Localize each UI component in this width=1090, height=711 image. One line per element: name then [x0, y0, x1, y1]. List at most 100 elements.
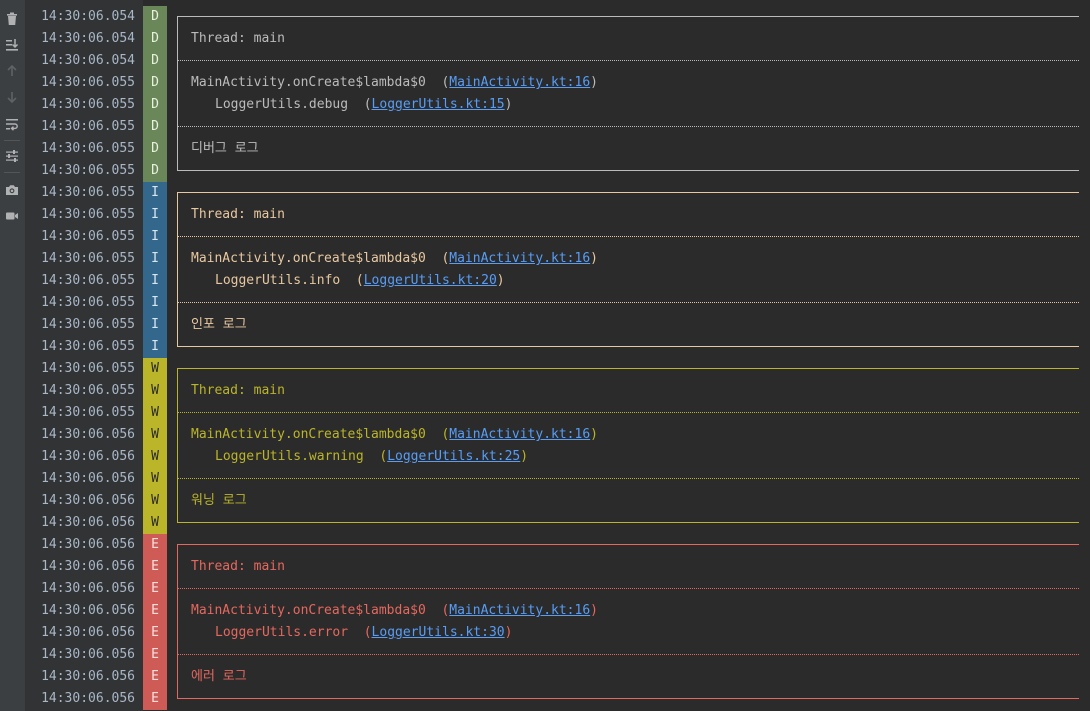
log-message: 인포 로그 [177, 314, 1079, 336]
log-text-content: LoggerUtils.error ( [215, 625, 372, 640]
log-row: 14:30:06.055 I MainActivity.onCreate$lambd… [0, 248, 1090, 270]
timestamp: 14:30:06.056 [41, 493, 135, 508]
log-text-content: MainActivity.onCreate$lambda$0 ( [191, 427, 450, 442]
log-message [177, 292, 1079, 314]
log-row: 14:30:06.054 D Thread: main [0, 28, 1090, 50]
log-text-content: Thread: main [191, 383, 285, 398]
log-message [177, 534, 1079, 557]
log-text: Thread: main [191, 28, 285, 50]
log-message: Thread: main [177, 556, 1079, 578]
log-message [177, 160, 1079, 182]
log-text-content: MainActivity.onCreate$lambda$0 ( [191, 251, 450, 266]
timestamp: 14:30:06.055 [41, 251, 135, 266]
log-message [177, 468, 1079, 490]
log-text: LoggerUtils.debug (LoggerUtils.kt:15) [215, 94, 512, 116]
log-message: LoggerUtils.info (LoggerUtils.kt:20) [177, 270, 1079, 292]
timestamp: 14:30:06.056 [41, 603, 135, 618]
source-file-link[interactable]: MainActivity.kt:16 [449, 75, 590, 90]
timestamp: 14:30:06.055 [41, 405, 135, 420]
log-message: 디버그 로그 [177, 138, 1079, 160]
box-bottom-border [177, 512, 1079, 523]
box-side-border [177, 138, 178, 160]
log-message: 에러 로그 [177, 666, 1079, 688]
log-level-badge: W [143, 468, 167, 490]
box-side-border [177, 248, 178, 270]
log-text: MainActivity.onCreate$lambda$0 (MainActi… [191, 72, 598, 94]
timestamp: 14:30:06.056 [41, 559, 135, 574]
timestamp: 14:30:06.055 [41, 163, 135, 178]
log-row: 14:30:06.055 I 인포 로그 [0, 314, 1090, 336]
timestamp: 14:30:06.055 [41, 207, 135, 222]
log-row: 14:30:06.054 D [0, 50, 1090, 72]
box-side-border [177, 28, 178, 50]
log-level-badge: E [143, 688, 167, 710]
log-level-badge: W [143, 358, 167, 380]
source-file-link[interactable]: LoggerUtils.kt:30 [372, 625, 505, 640]
log-message: LoggerUtils.debug (LoggerUtils.kt:15) [177, 94, 1079, 116]
timestamp: 14:30:06.054 [41, 9, 135, 24]
log-message [177, 644, 1079, 666]
log-row: 14:30:06.056 E [0, 644, 1090, 666]
box-side-border [177, 72, 178, 94]
source-file-link[interactable]: MainActivity.kt:16 [449, 603, 590, 618]
timestamp: 14:30:06.054 [41, 53, 135, 68]
log-row: 14:30:06.054 D [0, 6, 1090, 29]
log-message: 워닝 로그 [177, 490, 1079, 512]
log-level-badge: W [143, 424, 167, 446]
timestamp: 14:30:06.056 [41, 581, 135, 596]
log-level-badge: I [143, 248, 167, 270]
source-file-link[interactable]: LoggerUtils.kt:25 [387, 449, 520, 464]
log-row: 14:30:06.056 E MainActivity.onCreate$lambd… [0, 600, 1090, 622]
log-level-badge: E [143, 600, 167, 622]
log-text-content: 에러 로그 [191, 669, 247, 684]
log-text-content: MainActivity.onCreate$lambda$0 ( [191, 603, 450, 618]
timestamp: 14:30:06.055 [41, 185, 135, 200]
log-text-suffix: ) [496, 273, 505, 288]
log-text-content: LoggerUtils.warning ( [215, 449, 388, 464]
log-text-content: Thread: main [191, 207, 285, 222]
log-text: MainActivity.onCreate$lambda$0 (MainActi… [191, 600, 598, 622]
log-row: 14:30:06.056 E LoggerUtils.error (LoggerUt… [0, 622, 1090, 644]
log-level-badge: D [143, 138, 167, 160]
timestamp: 14:30:06.055 [41, 295, 135, 310]
log-message: LoggerUtils.error (LoggerUtils.kt:30) [177, 622, 1079, 644]
log-message: MainActivity.onCreate$lambda$0 (MainActi… [177, 248, 1079, 270]
log-level-badge: E [143, 622, 167, 644]
log-row: 14:30:06.055 I Thread: main [0, 204, 1090, 226]
source-file-link[interactable]: MainActivity.kt:16 [449, 251, 590, 266]
log-message [177, 226, 1079, 248]
log-row: 14:30:06.055 I [0, 292, 1090, 314]
box-side-border [177, 666, 178, 688]
source-file-link[interactable]: LoggerUtils.kt:15 [372, 97, 505, 112]
box-side-border [177, 402, 178, 424]
log-level-badge: I [143, 204, 167, 226]
source-file-link[interactable]: LoggerUtils.kt:20 [364, 273, 497, 288]
log-row: 14:30:06.056 W [0, 468, 1090, 490]
timestamp: 14:30:06.056 [41, 427, 135, 442]
log-text: 인포 로그 [191, 314, 247, 336]
timestamp: 14:30:06.056 [41, 647, 135, 662]
log-text-suffix: ) [590, 251, 598, 266]
box-side-border [177, 380, 178, 402]
log-text-content: Thread: main [191, 559, 285, 574]
log-message [177, 358, 1079, 381]
box-divider [177, 588, 1079, 589]
log-level-badge: E [143, 534, 167, 556]
box-side-border [177, 490, 178, 512]
source-file-link[interactable]: MainActivity.kt:16 [449, 427, 590, 442]
log-text-suffix: ) [590, 75, 598, 90]
box-side-border [177, 468, 178, 490]
log-text: MainActivity.onCreate$lambda$0 (MainActi… [191, 424, 598, 446]
log-text-content: 워닝 로그 [191, 493, 247, 508]
box-bottom-border [177, 160, 1079, 171]
timestamp: 14:30:06.056 [41, 691, 135, 706]
log-message [177, 578, 1079, 600]
log-text: LoggerUtils.info (LoggerUtils.kt:20) [215, 270, 505, 292]
log-text-suffix: ) [504, 625, 513, 640]
log-row: 14:30:06.056 E [0, 688, 1090, 710]
log-text-content: LoggerUtils.info ( [215, 273, 364, 288]
log-message [177, 6, 1079, 29]
log-level-badge: D [143, 160, 167, 182]
log-text: Thread: main [191, 204, 285, 226]
box-side-border [177, 270, 178, 292]
